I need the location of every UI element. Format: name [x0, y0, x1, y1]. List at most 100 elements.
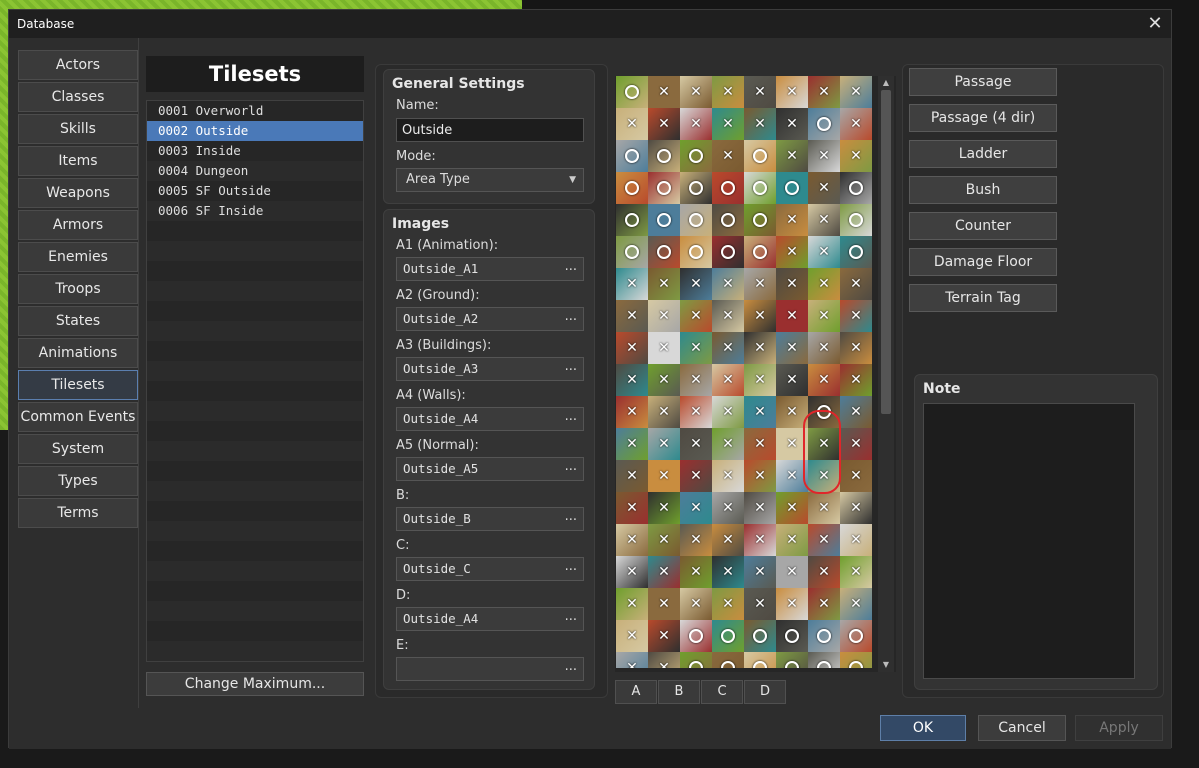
- tile[interactable]: ✕: [808, 236, 840, 268]
- name-input[interactable]: [396, 118, 584, 142]
- tile[interactable]: [680, 172, 712, 204]
- category-enemies[interactable]: Enemies: [18, 242, 138, 272]
- tile[interactable]: ✕: [680, 268, 712, 300]
- tile[interactable]: ✕: [776, 76, 808, 108]
- tile[interactable]: ✕: [744, 332, 776, 364]
- tile[interactable]: ✕: [840, 108, 872, 140]
- tile[interactable]: ✕: [648, 492, 680, 524]
- tile-scrollbar[interactable]: ▲ ▼: [878, 76, 894, 672]
- tile[interactable]: [680, 236, 712, 268]
- tile[interactable]: ✕: [808, 204, 840, 236]
- category-system[interactable]: System: [18, 434, 138, 464]
- tile[interactable]: ✕: [648, 364, 680, 396]
- tile[interactable]: [648, 236, 680, 268]
- tile[interactable]: ✕: [744, 268, 776, 300]
- tile[interactable]: ✕: [616, 588, 648, 620]
- tile[interactable]: ✕: [776, 492, 808, 524]
- tile[interactable]: ✕: [648, 460, 680, 492]
- tile[interactable]: ✕: [776, 364, 808, 396]
- tab-d[interactable]: D: [744, 680, 786, 704]
- tile[interactable]: [808, 620, 840, 652]
- tile[interactable]: ✕: [648, 620, 680, 652]
- tile[interactable]: ✕: [648, 76, 680, 108]
- tile[interactable]: ✕: [648, 300, 680, 332]
- passage-button[interactable]: Passage: [909, 68, 1057, 96]
- tile[interactable]: ✕: [776, 300, 808, 332]
- tile[interactable]: ✕: [744, 428, 776, 460]
- tile[interactable]: ✕: [776, 556, 808, 588]
- list-item[interactable]: 0003 Inside: [147, 141, 363, 161]
- tile[interactable]: ✕: [776, 204, 808, 236]
- tile[interactable]: ✕: [712, 268, 744, 300]
- ladder-button[interactable]: Ladder: [909, 140, 1057, 168]
- tile[interactable]: [744, 172, 776, 204]
- tab-c[interactable]: C: [701, 680, 743, 704]
- tile[interactable]: ✕: [648, 652, 680, 668]
- tile[interactable]: ✕: [616, 620, 648, 652]
- tile[interactable]: ✕: [616, 652, 648, 668]
- list-item[interactable]: 0001 Overworld: [147, 101, 363, 121]
- tile[interactable]: ✕: [840, 492, 872, 524]
- tile[interactable]: ✕: [808, 364, 840, 396]
- tile[interactable]: ✕: [680, 492, 712, 524]
- tile[interactable]: [680, 140, 712, 172]
- counter-button[interactable]: Counter: [909, 212, 1057, 240]
- tile[interactable]: [776, 652, 808, 668]
- tile[interactable]: [840, 236, 872, 268]
- tile[interactable]: ✕: [616, 524, 648, 556]
- category-weapons[interactable]: Weapons: [18, 178, 138, 208]
- image-field[interactable]: Outside_A4...: [396, 407, 584, 431]
- tile[interactable]: ✕: [840, 300, 872, 332]
- tile[interactable]: ✕: [712, 492, 744, 524]
- tile[interactable]: ✕: [680, 300, 712, 332]
- category-armors[interactable]: Armors: [18, 210, 138, 240]
- tilesets-list[interactable]: 0001 Overworld 0002 Outside 0003 Inside …: [146, 100, 364, 662]
- tile[interactable]: ✕: [808, 332, 840, 364]
- tile[interactable]: ✕: [808, 492, 840, 524]
- browse-icon[interactable]: ...: [565, 559, 577, 574]
- terrain-tag-button[interactable]: Terrain Tag: [909, 284, 1057, 312]
- image-field[interactable]: Outside_A5...: [396, 457, 584, 481]
- browse-icon[interactable]: ...: [565, 309, 577, 324]
- category-common-events[interactable]: Common Events: [18, 402, 138, 432]
- tile[interactable]: [680, 652, 712, 668]
- tile-grid[interactable]: ✕ ✕ ✕ ✕ ✕ ✕ ✕ ✕ ✕ ✕ ✕ ✕ ✕ ✕ ✕ ✕ ✕ ✕ ✕ ✕ ✕ ✕ ✕ ✕ ✕ ✕ ✕ ✕ ✕ ✕ ✕ ✕ ✕ ✕ ✕ ✕ ✕ ✕ ✕ ✕…: [616, 76, 874, 668]
- tile[interactable]: ✕: [808, 588, 840, 620]
- tile[interactable]: [840, 620, 872, 652]
- browse-icon[interactable]: ...: [565, 609, 577, 624]
- note-textarea[interactable]: [923, 403, 1135, 679]
- tile[interactable]: ✕: [648, 428, 680, 460]
- tile[interactable]: [744, 236, 776, 268]
- tile[interactable]: [840, 652, 872, 668]
- tile[interactable]: ✕: [840, 76, 872, 108]
- tile[interactable]: [808, 652, 840, 668]
- tile[interactable]: ✕: [744, 524, 776, 556]
- tile[interactable]: [680, 620, 712, 652]
- tile[interactable]: ✕: [744, 588, 776, 620]
- tile[interactable]: ✕: [680, 396, 712, 428]
- category-classes[interactable]: Classes: [18, 82, 138, 112]
- tile[interactable]: ✕: [840, 588, 872, 620]
- tile[interactable]: ✕: [744, 364, 776, 396]
- tile[interactable]: ✕: [776, 524, 808, 556]
- tile[interactable]: ✕: [744, 460, 776, 492]
- tile[interactable]: ✕: [616, 108, 648, 140]
- tile[interactable]: ✕: [648, 588, 680, 620]
- tile[interactable]: ✕: [616, 268, 648, 300]
- tile[interactable]: [648, 204, 680, 236]
- tile[interactable]: ✕: [712, 396, 744, 428]
- tile-palette[interactable]: ✕ ✕ ✕ ✕ ✕ ✕ ✕ ✕ ✕ ✕ ✕ ✕ ✕ ✕ ✕ ✕ ✕ ✕ ✕ ✕ ✕ ✕ ✕ ✕ ✕ ✕ ✕ ✕ ✕ ✕ ✕ ✕ ✕ ✕ ✕ ✕ ✕ ✕ ✕ ✕…: [615, 76, 896, 672]
- tile[interactable]: ✕: [744, 556, 776, 588]
- tile[interactable]: ✕: [712, 300, 744, 332]
- tile[interactable]: ✕: [840, 364, 872, 396]
- tile[interactable]: ✕: [808, 524, 840, 556]
- tile[interactable]: [840, 204, 872, 236]
- list-item[interactable]: 0006 SF Inside: [147, 201, 363, 221]
- apply-button[interactable]: Apply: [1075, 715, 1163, 741]
- category-actors[interactable]: Actors: [18, 50, 138, 80]
- tile[interactable]: [648, 140, 680, 172]
- tile[interactable]: ✕: [616, 460, 648, 492]
- tile[interactable]: ✕: [840, 460, 872, 492]
- bush-button[interactable]: Bush: [909, 176, 1057, 204]
- tile[interactable]: ✕: [712, 76, 744, 108]
